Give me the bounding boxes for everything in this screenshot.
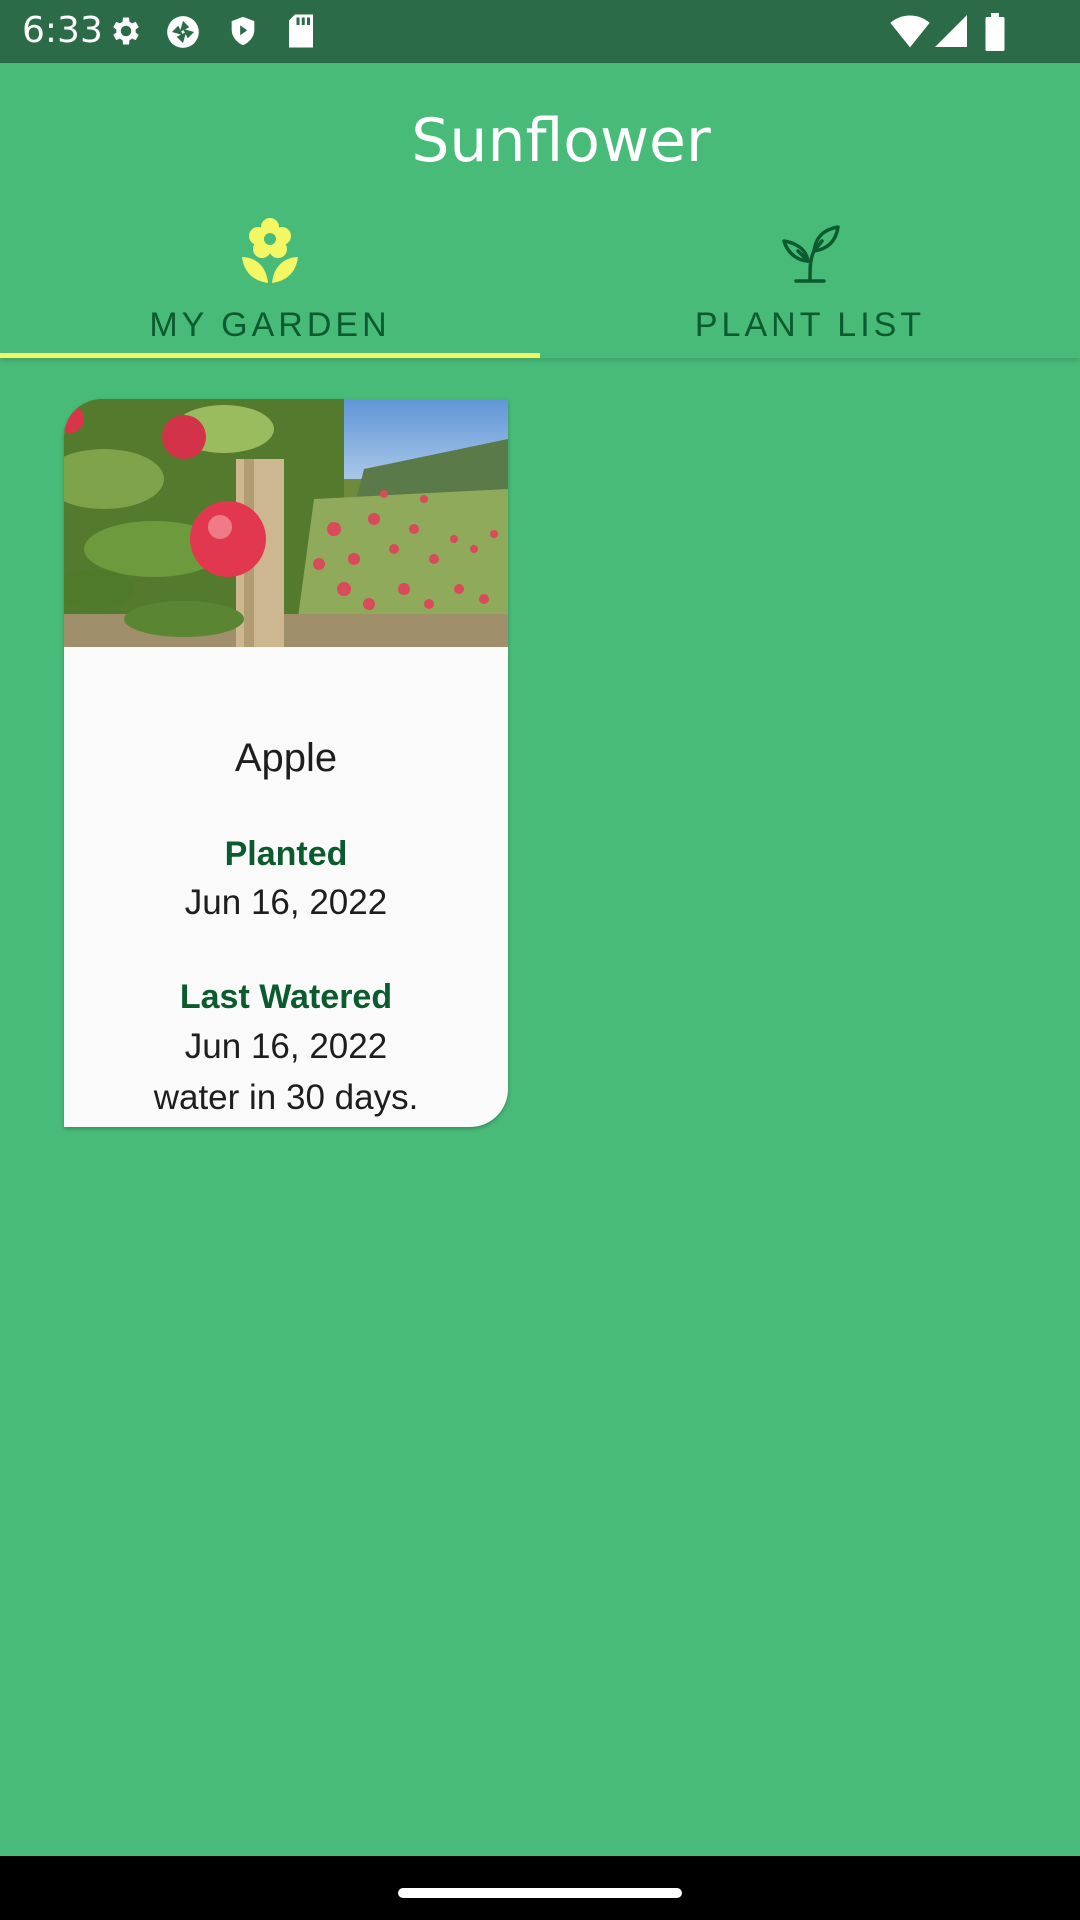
app-title: Sunflower <box>411 106 711 176</box>
planted-date: Jun 16, 2022 <box>184 883 388 922</box>
tab-my-garden[interactable]: MY GARDEN <box>0 207 540 358</box>
plant-name: Apple <box>234 736 338 780</box>
signal-icon <box>935 13 967 53</box>
sd-card-icon <box>286 13 316 53</box>
navigation-bar <box>0 1856 1080 1920</box>
watering-interval: water in 30 days. <box>153 1078 419 1117</box>
planted-label: Planted <box>224 835 348 873</box>
gear-icon <box>108 13 144 53</box>
status-bar: 6:33 <box>0 0 1080 63</box>
plant-card[interactable]: Apple Planted Jun 16, 2022 Last Watered … <box>64 399 508 1127</box>
shield-icon <box>226 13 260 53</box>
plant-image <box>64 399 508 647</box>
tab-label: PLANT LIST <box>694 306 926 344</box>
tab-plant-list[interactable]: PLANT LIST <box>540 207 1080 358</box>
wifi-icon <box>890 13 930 53</box>
aperture-icon <box>164 13 202 55</box>
last-watered-date: Jun 16, 2022 <box>184 1027 388 1066</box>
last-watered-label: Last Watered <box>179 978 393 1016</box>
sprout-icon <box>778 217 842 291</box>
battery-icon <box>984 13 1006 55</box>
home-handle[interactable] <box>398 1888 682 1898</box>
tab-label: MY GARDEN <box>149 306 391 344</box>
flower-icon <box>238 217 302 291</box>
app-bar: Sunflower MY GARDEN PLANT LIST <box>0 63 1080 358</box>
status-time: 6:33 <box>22 10 103 51</box>
garden-list: Apple Planted Jun 16, 2022 Last Watered … <box>0 358 1080 1856</box>
